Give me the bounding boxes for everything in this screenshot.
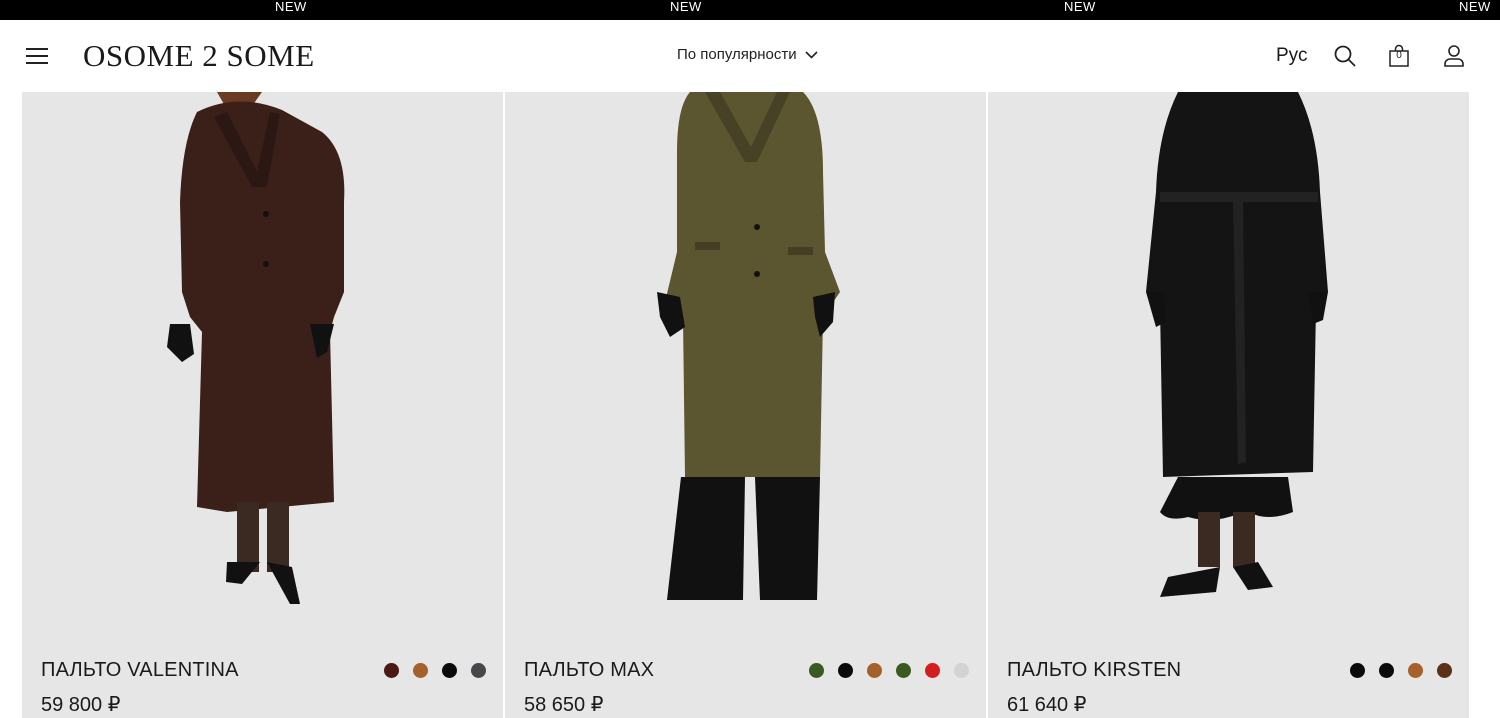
color-swatch[interactable] — [1408, 663, 1423, 678]
product-price: 61 640 ₽ — [1007, 694, 1087, 716]
search-icon[interactable] — [1333, 44, 1357, 68]
product-name[interactable]: ПАЛЬТО VALENTINA — [41, 659, 239, 682]
product-info: ПАЛЬТО MAX 58 650 ₽ — [505, 627, 986, 718]
color-swatch[interactable] — [1437, 663, 1452, 678]
announcement-bar: NEW NEW NEW NEW — [0, 0, 1500, 20]
ticker-item: NEW — [275, 0, 307, 14]
color-swatch[interactable] — [384, 663, 399, 678]
color-swatch[interactable] — [954, 663, 969, 678]
color-swatch[interactable] — [809, 663, 824, 678]
ticker-item: NEW — [1064, 0, 1096, 14]
product-price: 59 800 ₽ — [41, 694, 121, 716]
bag-icon[interactable]: 0 — [1389, 44, 1413, 68]
ticker-item: NEW — [1459, 0, 1491, 14]
sort-dropdown[interactable]: По популярности — [677, 46, 818, 63]
color-swatches — [384, 663, 486, 678]
color-swatches — [1350, 663, 1452, 678]
site-logo[interactable]: OSOME 2 SOME — [83, 38, 315, 74]
sort-label: По популярности — [677, 46, 797, 63]
color-swatch[interactable] — [1379, 663, 1394, 678]
product-info: ПАЛЬТО KIRSTEN 61 640 ₽ — [988, 627, 1469, 718]
color-swatch[interactable] — [896, 663, 911, 678]
chevron-down-icon — [805, 50, 818, 59]
color-swatch[interactable] — [838, 663, 853, 678]
color-swatch[interactable] — [413, 663, 428, 678]
product-info: ПАЛЬТО VALENTINA 59 800 ₽ — [22, 627, 503, 718]
product-image[interactable] — [505, 92, 986, 627]
color-swatch[interactable] — [925, 663, 940, 678]
user-icon[interactable] — [1443, 44, 1467, 68]
product-price: 58 650 ₽ — [524, 694, 604, 716]
color-swatches — [809, 663, 969, 678]
site-header: OSOME 2 SOME По популярности Рус 0 — [0, 20, 1500, 92]
color-swatch[interactable] — [442, 663, 457, 678]
product-image[interactable] — [988, 92, 1469, 627]
product-card[interactable]: ПАЛЬТО VALENTINA 59 800 ₽ — [22, 92, 503, 718]
product-card[interactable]: ПАЛЬТО KIRSTEN 61 640 ₽ — [988, 92, 1469, 718]
color-swatch[interactable] — [867, 663, 882, 678]
product-name[interactable]: ПАЛЬТО MAX — [524, 659, 654, 682]
ticker-item: NEW — [670, 0, 702, 14]
cart-count: 0 — [1396, 50, 1402, 61]
language-switcher[interactable]: Рус — [1276, 45, 1307, 67]
menu-icon[interactable] — [26, 47, 48, 65]
product-name[interactable]: ПАЛЬТО KIRSTEN — [1007, 659, 1181, 682]
color-swatch[interactable] — [1350, 663, 1365, 678]
product-image[interactable] — [22, 92, 503, 627]
product-grid: ПАЛЬТО VALENTINA 59 800 ₽ ПАЛЬТО MAX 58 … — [22, 92, 1469, 718]
color-swatch[interactable] — [471, 663, 486, 678]
product-card[interactable]: ПАЛЬТО MAX 58 650 ₽ — [505, 92, 986, 718]
